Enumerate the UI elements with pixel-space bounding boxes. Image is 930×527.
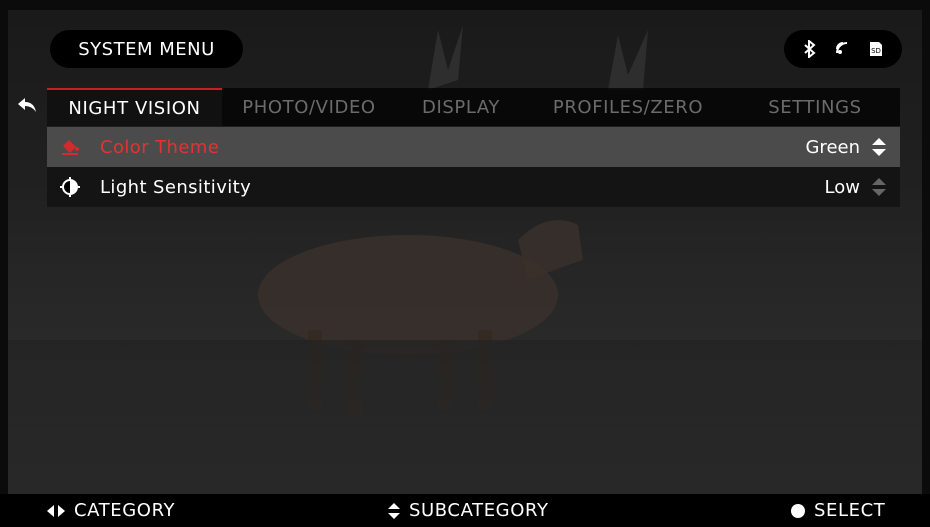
tab-settings[interactable]: SETTINGS (730, 88, 900, 126)
back-button[interactable] (14, 92, 40, 118)
up-down-arrows-icon[interactable] (868, 135, 890, 159)
category-tabs: NIGHT VISION PHOTO/VIDEO DISPLAY PROFILE… (47, 88, 900, 126)
bluetooth-icon (802, 40, 818, 58)
footer-hints: CATEGORY SUBCATEGORY SELECT (0, 494, 930, 527)
live-view-background (8, 10, 922, 494)
setting-label-light-sensitivity: Light Sensitivity (100, 176, 252, 198)
hint-subcategory-label: SUBCATEGORY (409, 500, 549, 521)
setting-value-color-theme: Green (805, 136, 860, 158)
contrast-icon (50, 167, 90, 207)
setting-row-light-sensitivity[interactable]: Light Sensitivity Low (47, 167, 900, 207)
page-title: SYSTEM MENU (78, 38, 215, 60)
setting-label-color-theme: Color Theme (100, 136, 220, 158)
up-down-arrows-icon[interactable] (868, 175, 890, 199)
select-dot-icon (790, 503, 806, 519)
up-down-arrows-icon (387, 502, 401, 520)
tab-night-vision[interactable]: NIGHT VISION (47, 88, 222, 126)
wifi-icon (834, 40, 852, 58)
sd-card-icon: SD (868, 40, 884, 58)
hint-subcategory: SUBCATEGORY (387, 494, 549, 527)
status-indicators: SD (784, 30, 902, 68)
system-menu-title: SYSTEM MENU (50, 30, 243, 68)
hint-select: SELECT (790, 494, 885, 527)
tab-display[interactable]: DISPLAY (396, 88, 526, 126)
hint-category: CATEGORY (46, 494, 175, 527)
deer-scene-image (8, 25, 922, 494)
sd-card-label: SD (871, 47, 881, 55)
device-screen: SYSTEM MENU SD NIGHT VISION PHOTO/VIDEO … (0, 0, 930, 527)
setting-row-color-theme[interactable]: Color Theme Green (47, 127, 900, 167)
hint-select-label: SELECT (814, 500, 886, 521)
paint-bucket-icon (50, 127, 90, 167)
tab-profiles-zero[interactable]: PROFILES/ZERO (526, 88, 730, 126)
tab-photo-video[interactable]: PHOTO/VIDEO (222, 88, 396, 126)
hint-category-label: CATEGORY (74, 500, 176, 521)
setting-value-light-sensitivity: Low (824, 176, 860, 198)
left-right-arrows-icon (46, 504, 66, 518)
back-arrow-icon (18, 98, 36, 112)
